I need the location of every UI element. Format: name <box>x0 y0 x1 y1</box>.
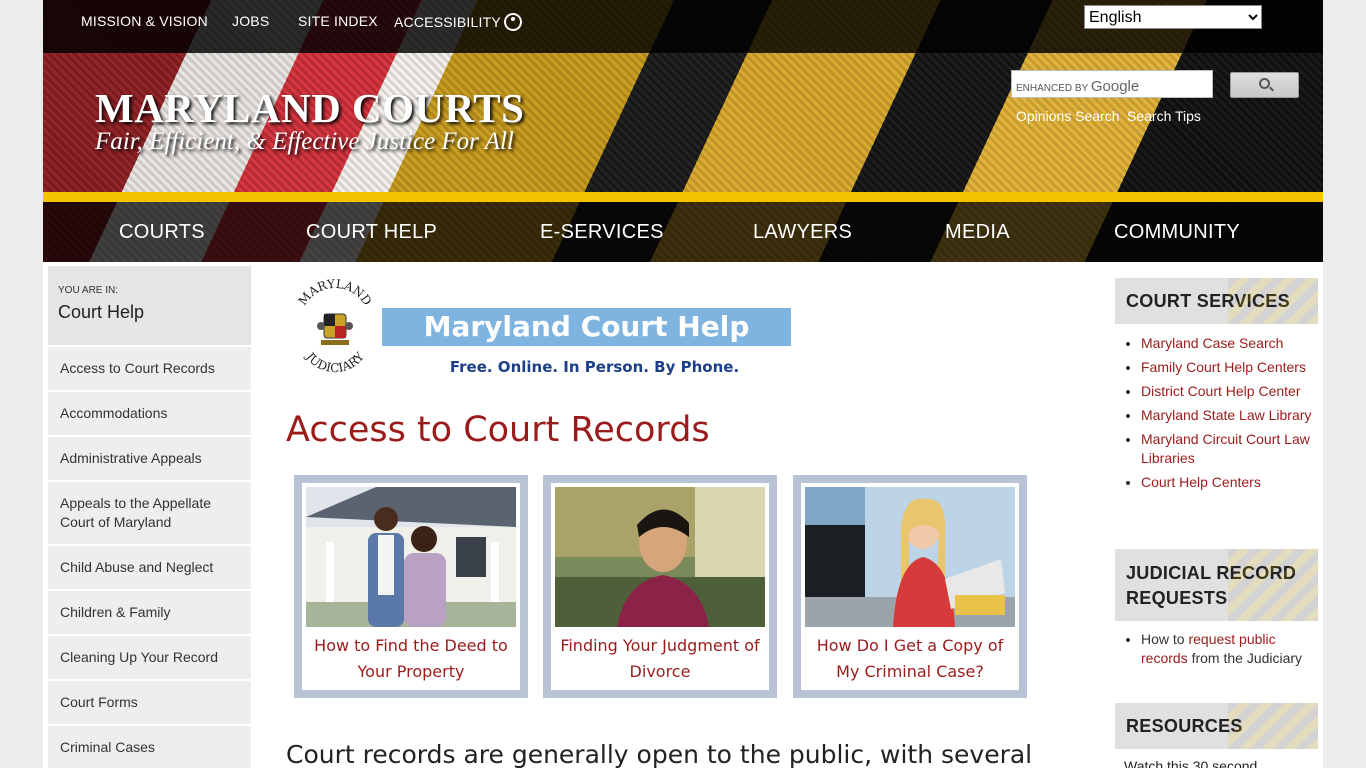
record-requests-list: How to request public records from the J… <box>1141 630 1316 673</box>
resources-heading: RESOURCES <box>1115 703 1318 749</box>
site-index-link[interactable]: SITE INDEX <box>298 13 378 29</box>
card-deed[interactable]: How to Find the Deed to Your Property <box>294 475 528 698</box>
judicial-record-requests-heading: JUDICIAL RECORD REQUESTS <box>1115 549 1318 621</box>
record-requests-pre: How to <box>1141 631 1189 647</box>
search-brand-label: ENHANCED BY <box>1016 83 1089 94</box>
site-title[interactable]: MARYLAND COURTS <box>95 84 524 132</box>
google-logo: Google <box>1090 78 1140 95</box>
opinions-search-link[interactable]: Opinions Search <box>1016 108 1120 124</box>
district-court-help-center-link[interactable]: District Court Help Center <box>1141 383 1301 399</box>
nav-e-services[interactable]: E-SERVICES <box>540 221 664 244</box>
seal-bottom-text: JUDICIARY <box>302 348 367 374</box>
accessibility-icon <box>503 13 522 31</box>
language-select[interactable]: English <box>1084 5 1262 29</box>
sidebar-item-appeals-appellate-court[interactable]: Appeals to the Appellate Court of Maryla… <box>48 480 251 544</box>
nav-courts[interactable]: COURTS <box>119 221 205 244</box>
accessibility-label: ACCESSIBILITY <box>394 14 501 30</box>
resources-title: RESOURCES <box>1126 716 1243 736</box>
list-item: Family Court Help Centers <box>1141 358 1316 377</box>
page-title: Access to Court Records <box>286 410 710 450</box>
nav-lawyers[interactable]: LAWYERS <box>753 221 852 244</box>
page: MISSION & VISION JOBS SITE INDEX ACCESSI… <box>43 0 1323 768</box>
sidebar-item-accommodations[interactable]: Accommodations <box>48 390 251 435</box>
court-help-banner-title: Maryland Court Help <box>382 308 791 346</box>
card-deed-link[interactable]: How to Find the Deed to Your Property <box>306 633 516 685</box>
couple-house-photo[interactable] <box>306 487 516 627</box>
card-divorce-link[interactable]: Finding Your Judgment of Divorce <box>555 633 765 685</box>
header-divider <box>43 192 1323 202</box>
list-item: Maryland Case Search <box>1141 334 1316 353</box>
maryland-judiciary-seal: MARYLAND JUDICIARY <box>296 278 375 374</box>
sidebar-item-children-family[interactable]: Children & Family <box>48 589 251 634</box>
search-input[interactable]: ENHANCED BY Google <box>1011 70 1213 98</box>
card-criminal-case-link[interactable]: How Do I Get a Copy of My Criminal Case? <box>805 633 1015 685</box>
card-body: How Do I Get a Copy of My Criminal Case? <box>801 483 1019 690</box>
person-portrait-image <box>555 487 765 627</box>
resources-text: Watch this 30 second <box>1124 758 1258 768</box>
sidebar-item-administrative-appeals[interactable]: Administrative Appeals <box>48 435 251 480</box>
breadcrumb: YOU ARE IN: Court Help <box>48 266 251 345</box>
office-worker-image <box>805 487 1015 627</box>
couple-house-image <box>306 487 516 627</box>
list-item: District Court Help Center <box>1141 382 1316 401</box>
person-portrait-photo[interactable] <box>555 487 765 627</box>
sidebar-item-child-abuse-neglect[interactable]: Child Abuse and Neglect <box>48 544 251 589</box>
svg-text:JUDICIARY: JUDICIARY <box>302 348 367 374</box>
court-services-heading: COURT SERVICES <box>1115 278 1318 324</box>
mission-vision-link[interactable]: MISSION & VISION <box>81 13 208 29</box>
utility-bar: MISSION & VISION JOBS SITE INDEX ACCESSI… <box>43 0 1323 53</box>
nav-media[interactable]: MEDIA <box>945 221 1010 244</box>
nav-community[interactable]: COMMUNITY <box>1114 221 1240 244</box>
card-divorce[interactable]: Finding Your Judgment of Divorce <box>543 475 777 698</box>
state-law-library-link[interactable]: Maryland State Law Library <box>1141 407 1311 423</box>
intro-paragraph: Court records are generally open to the … <box>286 740 1033 768</box>
judicial-record-requests-title: JUDICIAL RECORD REQUESTS <box>1126 563 1297 608</box>
accessibility-link[interactable]: ACCESSIBILITY <box>394 13 522 31</box>
sidebar-item-cleaning-up-record[interactable]: Cleaning Up Your Record <box>48 634 251 679</box>
search-icon <box>1259 78 1270 89</box>
list-item: Maryland Circuit Court Law Libraries <box>1141 430 1316 468</box>
maryland-case-search-link[interactable]: Maryland Case Search <box>1141 335 1283 351</box>
site-tagline: Fair, Efficient, & Effective Justice For… <box>95 128 514 155</box>
card-body: How to Find the Deed to Your Property <box>302 483 520 690</box>
site-header: MISSION & VISION JOBS SITE INDEX ACCESSI… <box>43 0 1323 262</box>
family-court-help-centers-link[interactable]: Family Court Help Centers <box>1141 359 1306 375</box>
sidebar-item-criminal-cases[interactable]: Criminal Cases <box>48 724 251 768</box>
seal-top-text: MARYLAND <box>296 278 375 308</box>
search-brand: ENHANCED BY Google <box>1016 78 1139 95</box>
svg-text:MARYLAND: MARYLAND <box>296 278 375 308</box>
current-section[interactable]: Court Help <box>58 302 241 323</box>
court-services-list: Maryland Case Search Family Court Help C… <box>1141 334 1316 497</box>
list-item: How to request public records from the J… <box>1141 630 1316 668</box>
card-body: Finding Your Judgment of Divorce <box>551 483 769 690</box>
section-sidebar: YOU ARE IN: Court Help Access to Court R… <box>48 266 251 768</box>
record-requests-post: from the Judiciary <box>1187 650 1303 666</box>
court-help-banner-subtitle: Free. Online. In Person. By Phone. <box>449 358 740 376</box>
nav-court-help[interactable]: COURT HELP <box>306 221 437 244</box>
search-tips-link[interactable]: Search Tips <box>1127 108 1201 124</box>
search-button[interactable] <box>1230 72 1299 98</box>
court-services-title: COURT SERVICES <box>1126 291 1290 311</box>
jobs-link[interactable]: JOBS <box>232 13 269 29</box>
list-item: Maryland State Law Library <box>1141 406 1316 425</box>
card-criminal-case[interactable]: How Do I Get a Copy of My Criminal Case? <box>793 475 1027 698</box>
court-help-centers-link[interactable]: Court Help Centers <box>1141 474 1261 490</box>
office-worker-photo[interactable] <box>805 487 1015 627</box>
main-nav: COURTS COURT HELP E-SERVICES LAWYERS MED… <box>43 202 1323 262</box>
sidebar-item-access-to-court-records[interactable]: Access to Court Records <box>48 345 251 390</box>
sidebar-item-court-forms[interactable]: Court Forms <box>48 679 251 724</box>
list-item: Court Help Centers <box>1141 473 1316 492</box>
you-are-in-label: YOU ARE IN: <box>58 285 119 296</box>
circuit-court-law-libraries-link[interactable]: Maryland Circuit Court Law Libraries <box>1141 431 1310 466</box>
